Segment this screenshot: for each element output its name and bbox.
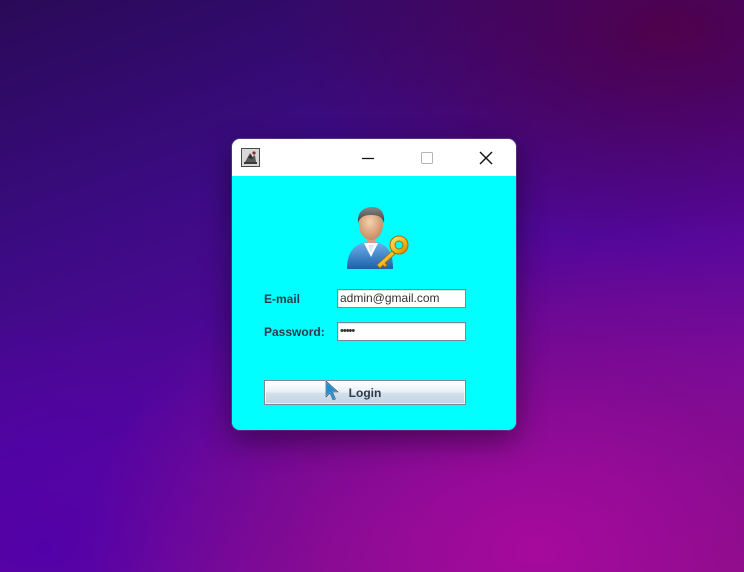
- close-button[interactable]: [457, 139, 515, 176]
- close-icon: [479, 151, 493, 164]
- maximize-icon: [421, 151, 433, 164]
- minimize-icon: [362, 157, 374, 159]
- minimize-button[interactable]: [339, 139, 397, 176]
- login-panel: E-mail admin@gmail.com Password: ••••• L…: [232, 176, 516, 430]
- maximize-button: [398, 139, 456, 176]
- mouse-pointer-icon: [325, 379, 340, 401]
- java-app-icon[interactable]: [241, 148, 260, 167]
- password-field[interactable]: •••••: [337, 322, 466, 341]
- email-field[interactable]: admin@gmail.com: [337, 289, 466, 308]
- user-key-icon: [343, 205, 411, 271]
- login-button[interactable]: Login: [264, 380, 466, 405]
- title-bar[interactable]: [232, 139, 516, 176]
- email-label: E-mail: [264, 292, 301, 306]
- password-label: Password:: [264, 325, 325, 339]
- login-window: E-mail admin@gmail.com Password: ••••• L…: [232, 139, 516, 430]
